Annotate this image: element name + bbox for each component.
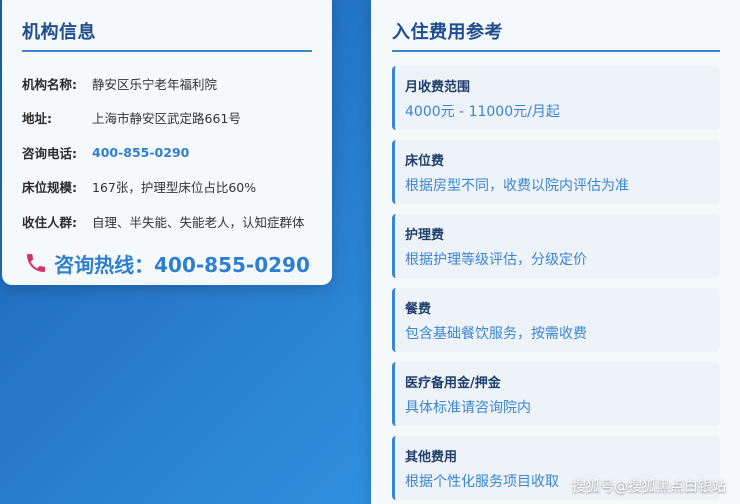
fee-name: 其他费用: [405, 450, 458, 465]
fee-desc: 具体标准请咨询院内: [405, 400, 531, 416]
fee-list: 月收费范围 4000元 - 11000元/月起 床位费 根据房型不同，收费以院内…: [392, 66, 720, 500]
fee-item: 月收费范围 4000元 - 11000元/月起: [392, 66, 720, 130]
fees-card: 入住费用参考 月收费范围 4000元 - 11000元/月起 床位费 根据房型不…: [371, 0, 740, 504]
phone-icon: [27, 254, 46, 272]
info-value: 167张，护理型床位占比60%: [92, 180, 257, 196]
fee-desc: 根据房型不同，收费以院内评估为准: [405, 178, 629, 194]
info-row-phone: 咨询电话: 400-855-0290: [22, 135, 312, 170]
fee-item: 餐费 包含基础餐饮服务，按需收费: [392, 288, 720, 352]
fee-desc: 4000元 - 11000元/月起: [405, 104, 560, 120]
info-label: 床位规模:: [22, 180, 77, 196]
fee-name: 床位费: [405, 154, 445, 169]
info-row-address: 地址: 上海市静安区武定路661号: [22, 101, 312, 136]
hotline[interactable]: 咨询热线：400-855-0290: [22, 249, 312, 278]
fee-item: 医疗备用金/押金 具体标准请咨询院内: [392, 362, 720, 426]
info-row-residents: 收住人群: 自理、半失能、失能老人，认知症群体: [22, 204, 312, 239]
phone-link[interactable]: 400-855-0290: [92, 145, 189, 160]
info-label: 地址:: [22, 111, 52, 127]
info-label: 收住人群:: [22, 214, 77, 230]
hotline-text[interactable]: 咨询热线：400-855-0290: [54, 249, 310, 278]
info-row-name: 机构名称: 静安区乐宁老年福利院: [22, 66, 312, 101]
watermark: 搜狐号@搜狐黑点白银站: [572, 479, 726, 495]
fee-desc: 包含基础餐饮服务，按需收费: [405, 326, 587, 342]
fees-title: 入住费用参考: [392, 18, 720, 52]
institution-title: 机构信息: [22, 18, 312, 52]
fee-item: 护理费 根据护理等级评估，分级定价: [392, 214, 720, 278]
info-value: 静安区乐宁老年福利院: [92, 76, 218, 92]
fee-name: 医疗备用金/押金: [405, 376, 501, 391]
institution-info-list: 机构名称: 静安区乐宁老年福利院 地址: 上海市静安区武定路661号 咨询电话:…: [22, 66, 312, 239]
info-label: 咨询电话:: [22, 145, 77, 161]
institution-card: 机构信息 机构名称: 静安区乐宁老年福利院 地址: 上海市静安区武定路661号 …: [2, 0, 332, 285]
fee-name: 护理费: [405, 228, 445, 243]
info-row-beds: 床位规模: 167张，护理型床位占比60%: [22, 170, 312, 205]
info-value: 上海市静安区武定路661号: [92, 111, 241, 127]
info-label: 机构名称:: [22, 76, 77, 92]
fee-item: 床位费 根据房型不同，收费以院内评估为准: [392, 140, 720, 204]
fee-name: 月收费范围: [405, 80, 471, 95]
fee-desc: 根据护理等级评估，分级定价: [405, 252, 587, 268]
fee-name: 餐费: [405, 302, 432, 317]
info-value: 自理、半失能、失能老人，认知症群体: [92, 214, 305, 230]
